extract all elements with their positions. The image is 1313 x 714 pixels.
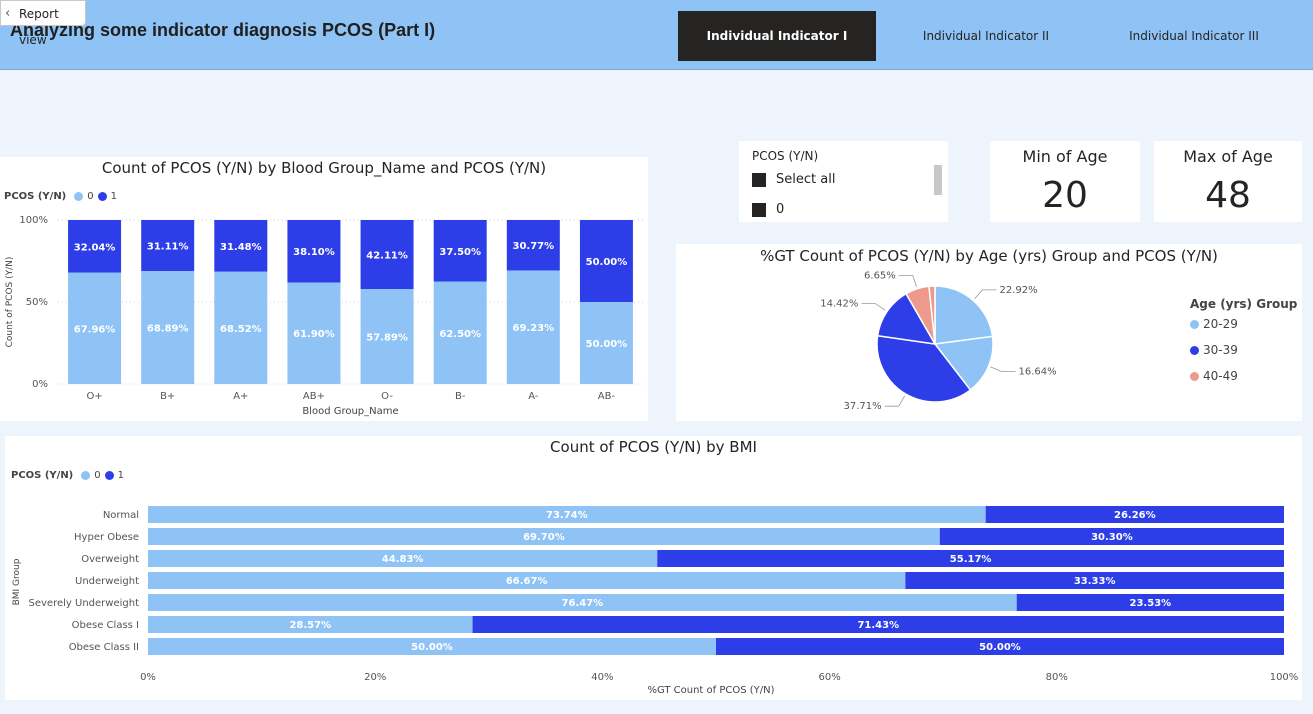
y-tick-label: Obese Class I [72,620,139,631]
slicer-item-label: Select all [776,172,836,187]
y-axis-title: Count of PCOS (Y/N) [5,257,15,348]
data-label: 57.89% [366,333,408,344]
x-tick-label: 80% [1046,672,1068,683]
data-label: 50.00% [586,339,628,350]
data-label: 50.00% [979,642,1021,653]
data-label: 62.50% [439,329,481,340]
leader-line [861,303,886,311]
data-label: 16.64% [1019,367,1057,378]
x-tick-label: 60% [818,672,840,683]
pcos-slicer[interactable]: PCOS (Y/N) Select all 0 [739,141,948,222]
tab-individual-indicator-i[interactable]: Individual Indicator I [678,11,876,61]
age-group-pie-card[interactable]: %GT Count of PCOS (Y/N) by Age (yrs) Gro… [676,244,1302,421]
x-tick-label: O- [381,391,393,402]
leader-line [884,395,906,407]
x-tick-label: AB- [598,391,616,402]
data-label: 14.42% [820,299,858,310]
kpi-label: Max of Age [1183,147,1273,166]
data-label: 66.67% [506,576,548,587]
bmi-chart-svg: 0% 20% 40% 60% 80% 100% 73.74% 26.26% Normal 69.7… [12,506,1299,696]
tab-individual-indicator-iii[interactable]: Individual Indicator III [1095,11,1293,61]
data-label: 44.83% [382,554,424,565]
data-label: 68.52% [220,324,262,335]
data-label: 38.10% [293,247,335,258]
leader-line [990,366,1016,372]
leader-line [898,275,917,288]
y-tick-label: 100% [19,215,48,226]
slicer-item-label: 0 [776,202,785,217]
x-tick-label: A- [528,391,539,402]
page-header: Analyzing some indicator diagnosis PCOS … [0,0,1313,70]
data-label: 67.96% [74,324,116,335]
data-label: 55.17% [950,554,992,565]
x-tick-label: B- [455,391,466,402]
data-label: 50.00% [411,642,453,653]
x-tick-label: 40% [591,672,613,683]
data-label: 37.50% [439,247,481,258]
x-axis-title: %GT Count of PCOS (Y/N) [647,685,774,696]
y-tick-label: Severely Underweight [29,598,140,609]
data-label: 31.48% [220,242,262,253]
y-tick-label: Obese Class II [69,642,139,653]
data-label: 76.47% [562,598,604,609]
blood-group-chart-card[interactable]: Count of PCOS (Y/N) by Blood Group_Name … [0,157,648,421]
data-label: 6.65% [864,271,896,282]
y-tick-label: Normal [103,510,139,521]
kpi-label: Min of Age [1022,147,1108,166]
x-tick-label: A+ [233,391,248,402]
x-tick-label: 20% [364,672,386,683]
leader-line [974,289,997,300]
blood-group-chart-svg: 0% 50% 100% 67.96% 32.04% O+ 68.89% 31.11% B+ 68.… [5,215,643,417]
checkbox-icon[interactable] [752,172,766,187]
slicer-item-select-all[interactable]: Select all [752,172,835,187]
slicer-scrollbar[interactable] [934,165,942,195]
report-view-button[interactable]: ‹ Report view [0,0,86,47]
x-axis-title: Blood Group_Name [302,406,398,417]
slicer-item-0[interactable]: 0 [752,202,784,217]
kpi-value: 20 [1042,175,1088,216]
data-label: 42.11% [366,251,408,262]
data-label: 31.11% [147,242,189,253]
data-label: 30.30% [1091,532,1133,543]
x-tick-label: 100% [1270,672,1299,683]
chevron-left-icon: ‹ [5,6,11,21]
data-label: 28.57% [289,620,331,631]
tab-individual-indicator-ii[interactable]: Individual Indicator II [887,11,1085,61]
data-label: 30.77% [512,241,554,252]
bmi-chart-card[interactable]: Count of PCOS (Y/N) by BMI PCOS (Y/N) 0 … [5,436,1302,700]
data-label: 61.90% [293,329,335,340]
x-tick-label: 0% [140,672,156,683]
data-label: 37.71% [844,401,882,412]
y-tick-label: 0% [32,379,48,390]
data-label: 23.53% [1130,598,1172,609]
data-label: 69.70% [523,532,565,543]
y-axis-title: BMI Group [12,558,22,605]
checkbox-icon[interactable] [752,202,766,217]
data-label: 26.26% [1114,510,1156,521]
y-tick-label: Hyper Obese [74,532,139,543]
x-tick-label: AB+ [303,391,325,402]
y-tick-label: Underweight [75,576,139,587]
y-tick-label: 50% [26,297,48,308]
data-label: 22.92% [999,285,1037,296]
kpi-min-age: Min of Age 20 [990,141,1140,222]
data-label: 33.33% [1074,576,1116,587]
data-label: 50.00% [586,257,628,268]
x-tick-label: B+ [160,391,175,402]
data-label: 32.04% [74,242,116,253]
pie-slice [934,285,994,345]
pie-chart-svg: 22.92% 16.64% 37.71% 14.42% 6.65% [820,271,1057,413]
slicer-title: PCOS (Y/N) [752,149,819,163]
kpi-value: 48 [1205,175,1251,216]
data-label: 68.89% [147,324,189,335]
x-tick-label: O+ [86,391,102,402]
data-label: 71.43% [857,620,899,631]
y-tick-label: Overweight [81,554,139,565]
kpi-max-age: Max of Age 48 [1154,141,1302,222]
data-label: 69.23% [512,323,554,334]
data-label: 73.74% [546,510,588,521]
